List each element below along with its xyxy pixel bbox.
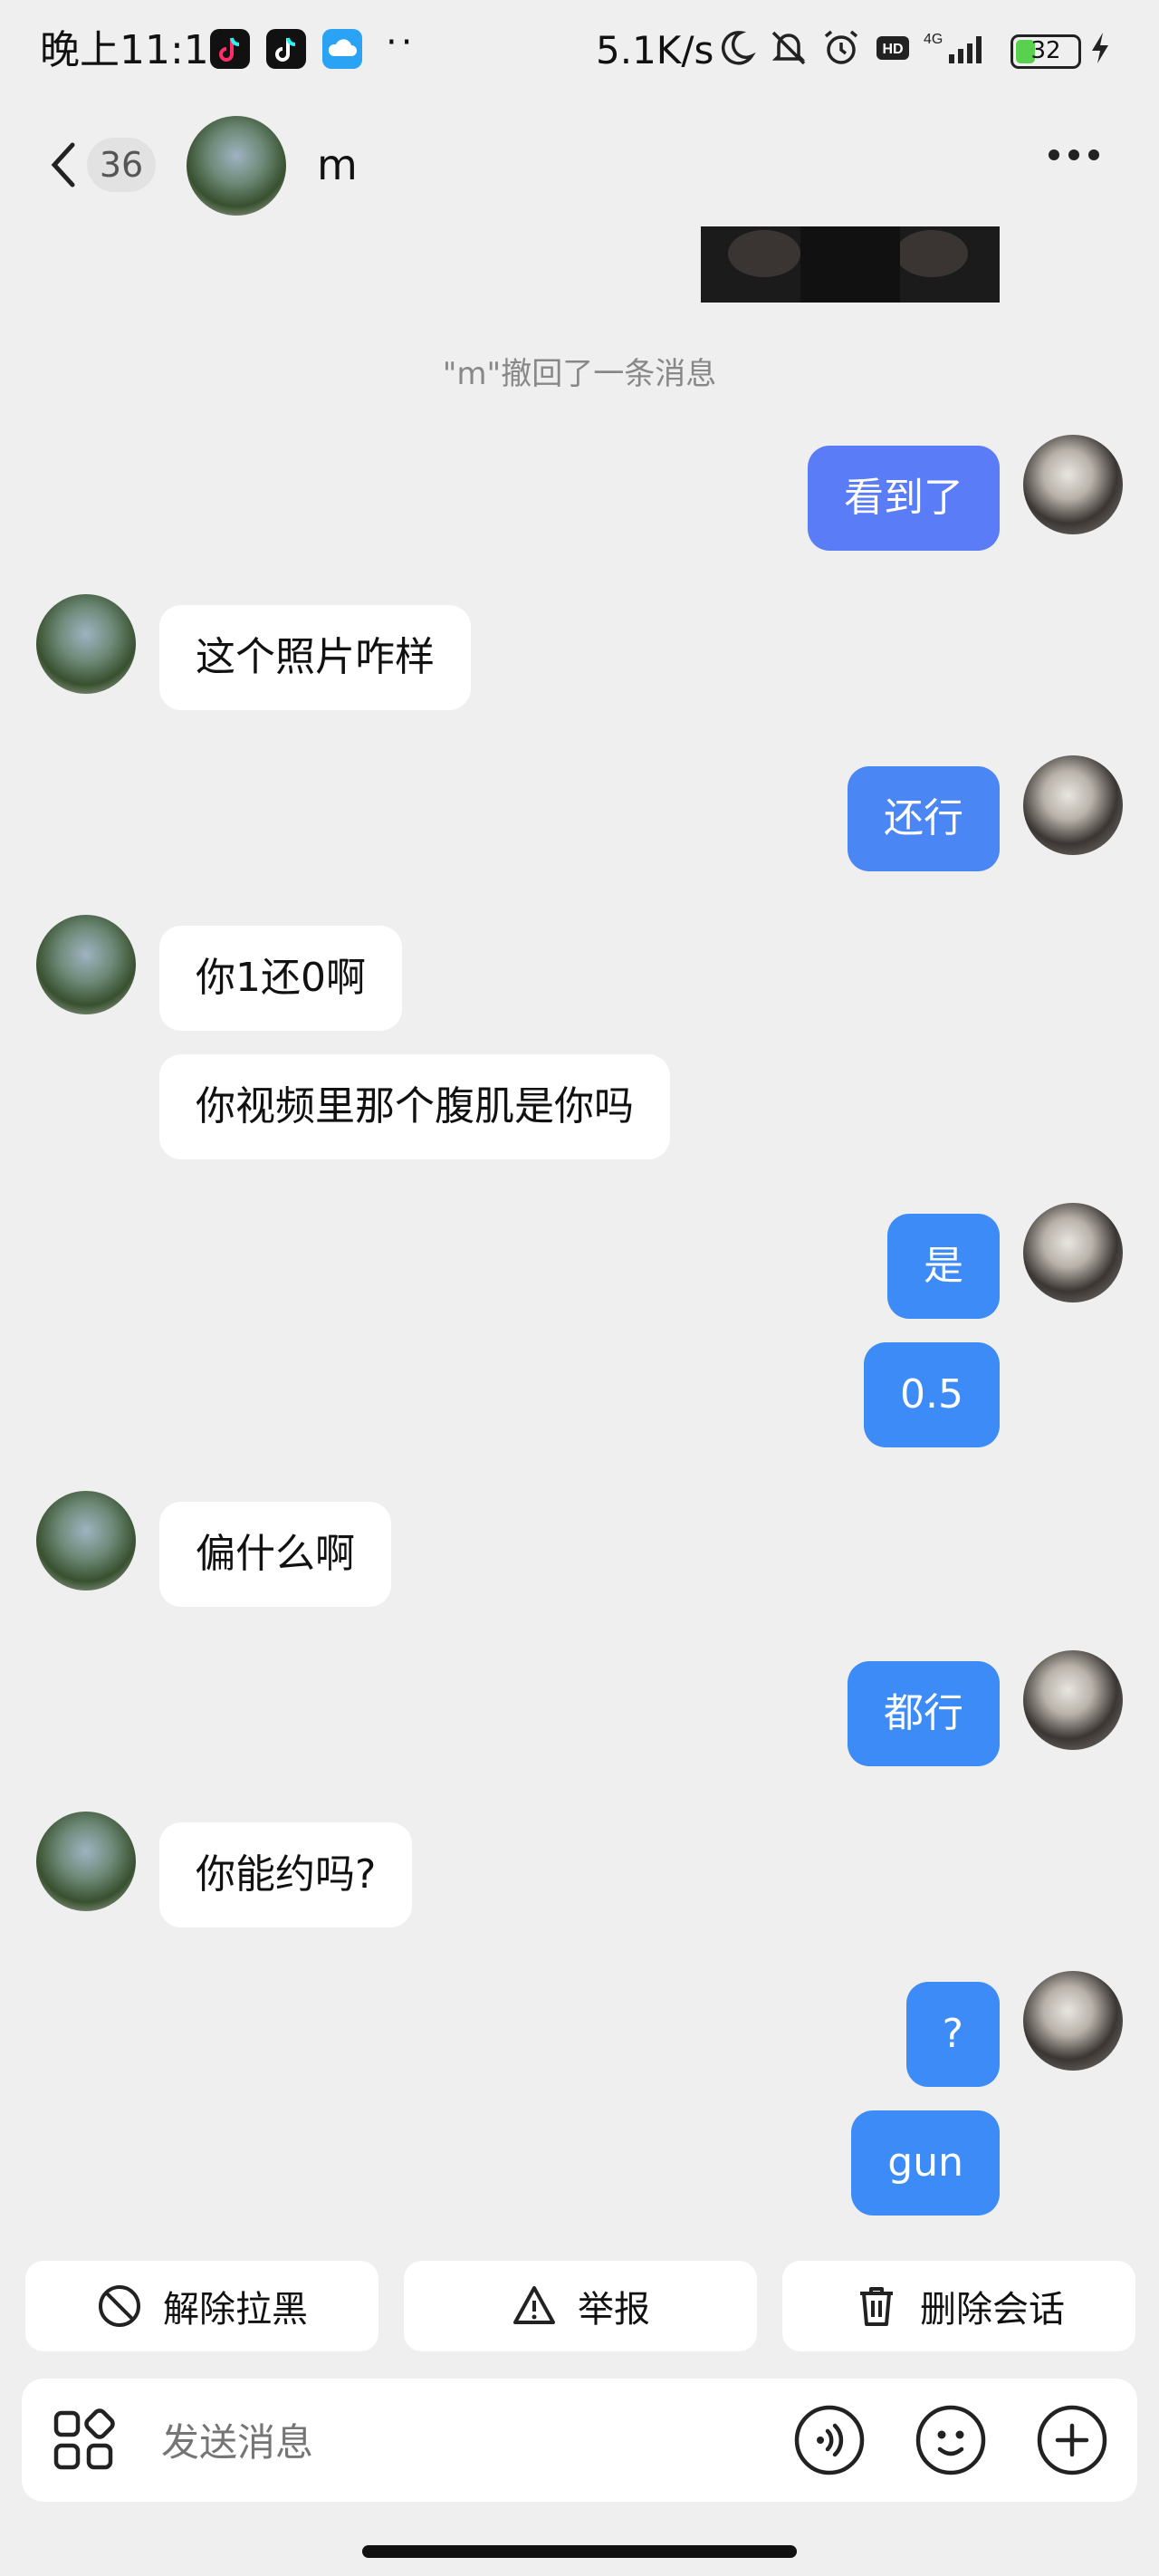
home-indicator[interactable] [362,2545,797,2558]
message-bubble-out[interactable]: 是 [887,1214,1000,1319]
charging-icon [1092,33,1108,63]
hd-icon: HD [876,36,909,60]
message-bubble-out[interactable]: gun [851,2110,1000,2216]
my-avatar[interactable] [1023,755,1123,855]
status-bar: 晚上11:12 ·· 5.1K/s HD 4G 32 [0,0,1159,101]
net-speed: 5.1K/s [596,28,714,72]
message-bubble-out[interactable]: ? [905,1982,1000,2087]
trash-icon [860,2287,893,2326]
contact-avatar[interactable] [36,594,136,694]
tiktok-icon [266,29,306,69]
message-bubble-in[interactable]: 这个照片咋样 [159,605,471,710]
alarm-icon [824,30,858,64]
more-options-icon[interactable] [1049,147,1112,183]
signal-4g-icon: 4G [924,32,982,63]
emoji-icon[interactable] [915,2404,987,2476]
photo-message[interactable] [701,226,1000,303]
my-avatar[interactable] [1023,1203,1123,1302]
message-bubble-out[interactable]: 0.5 [864,1342,1000,1447]
battery-level: 32 [1030,37,1061,64]
delete-conversation-button[interactable]: 删除会话 [782,2261,1135,2351]
contact-avatar[interactable] [36,1491,136,1591]
tiktok-lite-icon [210,29,250,69]
status-more-dots: ·· [386,22,417,63]
block-icon [99,2285,140,2327]
contact-avatar[interactable] [36,1812,136,1911]
add-icon[interactable] [1036,2404,1108,2476]
unblock-label: 解除拉黑 [163,2289,308,2331]
cloud-icon [322,29,362,69]
message-bubble-in[interactable]: 你1还0啊 [159,926,402,1031]
moon-icon [721,31,756,65]
message-input-bar [22,2379,1137,2502]
message-bubble-out[interactable]: 都行 [848,1661,1000,1766]
my-avatar[interactable] [1023,1971,1123,2071]
message-bubble-out[interactable]: 还行 [848,766,1000,871]
back-icon[interactable] [45,138,81,192]
contact-avatar[interactable] [36,915,136,1014]
my-avatar[interactable] [1023,435,1123,534]
delete-label: 删除会话 [920,2289,1065,2331]
warning-icon [513,2286,555,2324]
report-label: 举报 [578,2289,650,2331]
message-bubble-in[interactable]: 你能约吗? [159,1822,413,1927]
contact-avatar[interactable] [187,116,286,216]
message-input[interactable] [159,2409,797,2475]
bell-off-icon [771,31,806,65]
chat-header: 36 m [0,101,1159,228]
contact-name[interactable]: m [317,138,358,192]
message-bubble-in[interactable]: 你视频里那个腹肌是你吗 [159,1054,670,1159]
recall-notice: "m"撤回了一条消息 [442,356,717,392]
unblock-button[interactable]: 解除拉黑 [25,2261,378,2351]
my-avatar[interactable] [1023,1650,1123,1750]
message-bubble-in[interactable]: 偏什么啊 [159,1502,391,1607]
battery-icon: 32 [1011,34,1081,69]
voice-icon[interactable] [793,2404,866,2476]
svg-text:4G: 4G [924,32,943,47]
report-button[interactable]: 举报 [404,2261,757,2351]
unread-count-badge[interactable]: 36 [87,138,156,192]
apps-grid-icon[interactable] [51,2408,116,2473]
svg-text:HD: HD [882,42,903,57]
message-bubble-out[interactable]: 看到了 [808,446,1000,551]
status-time: 晚上11:12 [40,27,235,73]
